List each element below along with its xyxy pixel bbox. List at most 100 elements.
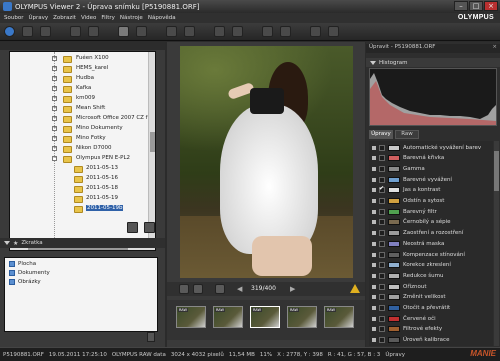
tab-edits[interactable]: Úpravy [369,130,393,139]
scrollbar-thumb[interactable] [150,132,155,152]
tree-item[interactable]: + Microsoft Office 2007 CZ full [10,114,154,124]
tree-item[interactable]: + Mean Shift [10,104,150,114]
adjustment-item[interactable]: Jas a kontrast [369,185,493,195]
adjustment-checkbox[interactable] [379,185,385,194]
adjustment-checkbox[interactable] [379,165,385,172]
expand-icon[interactable] [372,338,376,343]
tab-raw[interactable]: Raw [395,130,419,139]
expand-icon[interactable] [372,199,376,203]
filmstrip-thumbnail[interactable]: RAW [287,306,317,328]
expand-icon[interactable] [372,273,376,278]
histogram-header[interactable]: Histogram [366,58,500,67]
adjustment-checkbox[interactable] [379,208,385,215]
tree-item[interactable]: 2011-05-19 [10,194,150,204]
tree-item-selected[interactable]: 2011-05-19b [10,204,150,214]
tree-vertical-scrollbar[interactable] [148,52,155,250]
filmstrip-thumbnail-selected[interactable]: RAW [250,306,280,328]
adjustment-checkbox[interactable] [379,230,385,237]
zoom-icon[interactable] [215,284,225,294]
adjustment-checkbox[interactable] [379,326,385,333]
tree-item[interactable]: + Fuéen X100 [10,54,150,64]
save-icon[interactable] [214,26,225,37]
close-panel-icon[interactable]: × [492,44,497,50]
expand-icon[interactable] [372,156,376,161]
tree-item[interactable]: 2011-05-16 [10,174,150,184]
expand-icon[interactable] [372,241,376,246]
adjustment-item[interactable]: Gamma [369,164,493,173]
filmstrip-thumbnail[interactable]: RAW [176,306,206,328]
expand-icon[interactable] [372,252,376,257]
adjustment-item[interactable]: Červené oči [369,314,493,323]
adjustment-scrollbar[interactable] [494,141,499,346]
print-icon[interactable] [232,26,243,37]
adjustment-item[interactable]: Černobílý a sépie [369,218,493,227]
adjustment-item[interactable]: Filtrové efekty [369,325,493,334]
menu-file[interactable]: Soubor [4,15,23,21]
adjustment-checkbox[interactable] [379,176,385,183]
forward-icon[interactable] [40,26,51,37]
adjustment-checkbox[interactable] [379,240,385,247]
maximize-button[interactable]: □ [469,1,483,11]
adjustment-item[interactable]: Korekce zkreslení [369,261,493,270]
menu-help[interactable]: Nápověda [148,15,176,21]
adjustment-checkbox[interactable] [379,251,385,258]
home-icon[interactable] [4,26,15,37]
main-photo[interactable] [180,46,353,278]
shortcuts-header[interactable]: ★ Zkratka [0,238,165,248]
menu-video[interactable]: Video [81,15,96,21]
expand-icon[interactable] [372,177,376,182]
settings-icon[interactable] [328,26,339,37]
expand-icon[interactable] [372,231,376,236]
tree-item[interactable]: + km009 [10,94,150,104]
expand-icon[interactable] [372,306,376,310]
new-folder-icon[interactable] [127,222,138,233]
adjustment-item[interactable]: Barevné vyvážení [369,175,493,184]
adjustment-item[interactable]: Oříznout [369,282,493,291]
adjustment-item[interactable]: Změnit velikost [369,293,493,302]
expand-icon[interactable] [372,263,376,268]
adjustment-checkbox[interactable] [379,283,385,290]
adjustment-item[interactable]: Odstín a sytost [369,197,493,206]
adjustment-item[interactable]: Úroveň kalibrace [369,336,493,345]
export-icon[interactable] [262,26,273,37]
tree-item[interactable]: + HEMS_karel [10,64,150,74]
adjustment-checkbox[interactable] [379,219,385,226]
adjustment-item[interactable]: Barevný filtr [369,207,493,216]
adjustment-checkbox[interactable] [379,198,385,204]
expand-icon[interactable] [372,209,376,214]
rotate-left-icon[interactable] [166,26,177,37]
prev-arrow-icon[interactable]: ◀ [237,285,242,293]
grid-icon[interactable] [193,284,203,294]
minimize-button[interactable]: – [454,1,468,11]
tree-item[interactable]: + Mino Fotky [10,134,150,144]
redo-icon[interactable] [88,26,99,37]
adjustment-item[interactable]: Automatické vyvážení barev [369,143,493,152]
tree-item[interactable]: 2011-05-13 [10,164,150,174]
tree-item[interactable]: − Olympus PEN E-PL2 [10,154,150,164]
adjustment-item[interactable]: Otočit a převrátit [369,304,493,313]
adjustment-item[interactable]: Barevná křivka [369,154,493,163]
back-icon[interactable] [22,26,33,37]
adjustment-item[interactable]: Redukce šumu [369,271,493,280]
collapse-arrow-icon[interactable] [4,241,10,245]
shortcut-pictures[interactable]: Obrázky [9,279,41,285]
adjustment-checkbox[interactable] [379,155,385,162]
shortcut-desktop[interactable]: Plocha [9,261,36,267]
expand-icon[interactable] [372,220,376,225]
undo-icon[interactable] [70,26,81,37]
tree-item[interactable]: 2011-05-18 [10,184,150,194]
compare-view-icon[interactable] [136,26,147,37]
expand-icon[interactable] [372,284,376,289]
adjustment-item[interactable]: Neostrá maska [369,239,493,248]
shortcut-documents[interactable]: Dokumenty [9,270,50,276]
trash-icon[interactable] [147,332,155,342]
adjustment-checkbox[interactable] [379,315,385,322]
menu-tools[interactable]: Nástroje [120,15,143,21]
next-arrow-icon[interactable]: ▶ [290,285,295,293]
adjustment-checkbox[interactable] [379,272,385,279]
filmstrip-thumbnail[interactable]: RAW [213,306,243,328]
adjustment-item[interactable]: Kompenzace stínování [369,250,493,259]
expand-icon[interactable] [372,145,376,150]
filmstrip-thumbnail[interactable]: RAW [324,306,354,328]
expand-icon[interactable] [372,166,376,171]
